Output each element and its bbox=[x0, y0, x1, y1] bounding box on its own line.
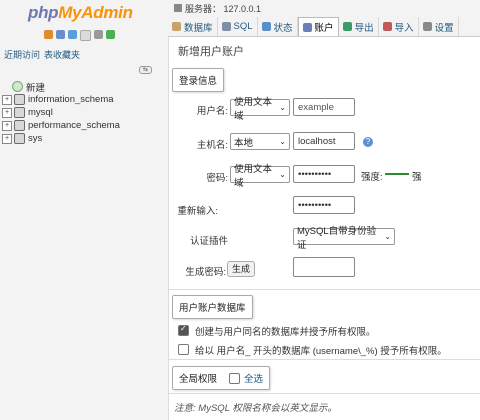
database-icon bbox=[14, 133, 25, 144]
grant-prefix-label[interactable]: 给以 用户名_ 开头的数据库 (username\_%) 授予所有权限。 bbox=[195, 343, 447, 357]
username-type-select[interactable]: 使用文本域 ⌄ bbox=[230, 97, 290, 122]
divider bbox=[168, 393, 480, 394]
tab-accounts[interactable]: 账户 bbox=[297, 17, 339, 36]
auth-plugin-label: 认证插件 bbox=[189, 236, 228, 247]
generate-button[interactable]: 生成 bbox=[227, 261, 256, 277]
username-label: 用户名: bbox=[196, 106, 228, 117]
database-icon bbox=[14, 107, 25, 118]
check-all-checkbox[interactable] bbox=[229, 372, 241, 384]
favorites-link[interactable]: 表收藏夹 bbox=[44, 50, 80, 60]
help-icon[interactable] bbox=[68, 30, 77, 39]
collapse-all-icon[interactable]: ⇆ bbox=[139, 66, 152, 74]
status-icon bbox=[261, 22, 271, 31]
username-input[interactable] bbox=[293, 98, 355, 116]
password-input[interactable] bbox=[293, 165, 355, 183]
tab-import[interactable]: 导入 bbox=[379, 17, 419, 36]
docs-icon[interactable] bbox=[80, 30, 91, 41]
password-label: 密码: bbox=[206, 173, 228, 184]
phpmyadmin-logo[interactable]: phpMyAdmin bbox=[28, 3, 133, 23]
tab-export[interactable]: 导出 bbox=[339, 17, 379, 36]
password-type-select[interactable]: 使用文本域 ⌄ bbox=[230, 164, 290, 189]
database-tree: 新建 + information_schema + mysql + performan… bbox=[2, 80, 120, 145]
database-icon bbox=[14, 120, 25, 131]
recent-link[interactable]: 近期访问 bbox=[4, 50, 40, 60]
divider bbox=[168, 359, 480, 360]
tree-item-information-schema[interactable]: + information_schema bbox=[2, 93, 120, 106]
host-label: 主机名: bbox=[196, 140, 228, 151]
navigation-panel: phpMyAdmin 近期访问 表收藏夹 ⇆ 新建 + information_sc… bbox=[0, 0, 169, 420]
host-input[interactable] bbox=[293, 132, 355, 150]
create-db-checkbox[interactable] bbox=[178, 324, 189, 336]
database-icon bbox=[172, 22, 181, 31]
chevron-down-icon: ⌄ bbox=[279, 170, 286, 179]
tab-sql[interactable]: SQL bbox=[218, 17, 258, 36]
tab-databases[interactable]: 数据库 bbox=[168, 17, 218, 36]
expand-icon[interactable]: + bbox=[2, 94, 12, 105]
tree-item-new[interactable]: 新建 bbox=[2, 80, 120, 94]
chevron-down-icon: ⌄ bbox=[384, 232, 391, 241]
tree-item-performance-schema[interactable]: + performance_schema bbox=[2, 119, 120, 132]
expand-icon[interactable]: + bbox=[2, 133, 12, 144]
global-privileges-legend: 全局权限 全选 bbox=[172, 366, 271, 390]
strength-label: 强度: bbox=[361, 172, 383, 183]
wrench-icon bbox=[422, 22, 432, 31]
strength-value: 强 bbox=[412, 172, 422, 183]
generate-password-label: 生成密码: bbox=[185, 267, 226, 278]
tree-item-mysql[interactable]: + mysql bbox=[2, 106, 120, 119]
accounts-icon bbox=[302, 22, 312, 32]
logout-icon[interactable] bbox=[56, 30, 65, 39]
host-type-select[interactable]: 本地 ⌄ bbox=[230, 133, 290, 150]
tab-status[interactable]: 状态 bbox=[258, 17, 298, 36]
server-icon bbox=[174, 4, 182, 12]
auth-plugin-select[interactable]: MySQL自带身份验证 ⌄ bbox=[293, 226, 395, 251]
export-icon bbox=[342, 22, 352, 31]
home-icon[interactable] bbox=[44, 30, 53, 39]
reload-icon[interactable] bbox=[106, 30, 115, 39]
login-info-legend: 登录信息 bbox=[172, 68, 225, 92]
database-icon bbox=[14, 94, 25, 105]
settings-icon[interactable] bbox=[94, 30, 103, 39]
main-tabs: 数据库 SQL 状态 账户 导出 导入 设置 bbox=[168, 17, 459, 36]
nav-links: 近期访问 表收藏夹 bbox=[4, 48, 84, 61]
help-icon[interactable]: ? bbox=[363, 137, 373, 147]
expand-icon[interactable]: + bbox=[2, 107, 12, 118]
new-icon bbox=[12, 81, 23, 92]
chevron-down-icon: ⌄ bbox=[279, 103, 286, 112]
sql-icon bbox=[221, 22, 231, 31]
main-content: 新增用户账户 登录信息 用户名: 使用文本域⌄ 主机名: 本地⌄ ? 密码: 使… bbox=[168, 37, 480, 420]
user-database-legend: 用户账户数据库 bbox=[172, 295, 253, 319]
top-bar: 服务器： 127.0.0.1 数据库 SQL 状态 账户 导出 导入 设置 bbox=[168, 0, 480, 37]
tree-item-sys[interactable]: + sys bbox=[2, 132, 120, 145]
retype-label: 重新输入: bbox=[177, 206, 218, 217]
check-all-label[interactable]: 全选 bbox=[244, 371, 263, 385]
server-label[interactable]: 服务器： 127.0.0.1 bbox=[185, 2, 261, 15]
create-db-label[interactable]: 创建与用户同名的数据库并授予所有权限。 bbox=[195, 324, 376, 338]
chevron-down-icon: ⌄ bbox=[279, 137, 286, 146]
privileges-note: 注意: MySQL 权限名称会以英文显示。 bbox=[174, 403, 337, 414]
retype-password-input[interactable] bbox=[293, 196, 355, 214]
breadcrumb: 服务器： 127.0.0.1 bbox=[174, 1, 261, 15]
strength-meter bbox=[385, 173, 409, 175]
generated-password-input[interactable] bbox=[293, 257, 355, 277]
tab-settings[interactable]: 设置 bbox=[419, 17, 459, 36]
page-title: 新增用户账户 bbox=[178, 46, 244, 58]
nav-icon-bar bbox=[44, 30, 115, 41]
expand-icon[interactable]: + bbox=[2, 120, 12, 131]
import-icon bbox=[382, 22, 392, 31]
grant-prefix-checkbox[interactable] bbox=[178, 344, 189, 355]
divider bbox=[168, 289, 480, 290]
